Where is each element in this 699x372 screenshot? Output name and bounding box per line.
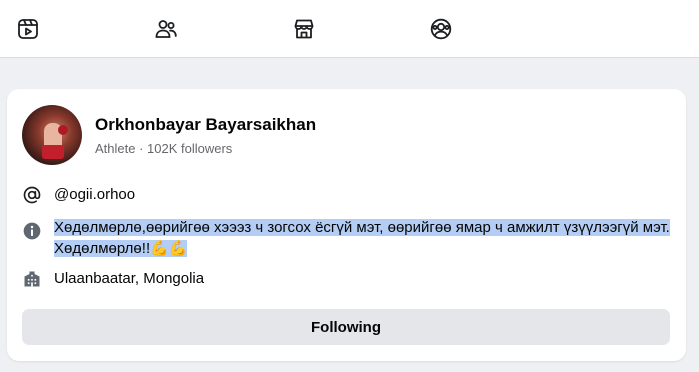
avatar-glove (58, 125, 68, 135)
top-navigation-bar (0, 0, 699, 58)
at-sign-icon (22, 185, 42, 205)
info-icon (22, 221, 42, 241)
bio-text: Хөдөлмөрлө,өөрийгөө хэээз ч зогсох ёсгүй… (54, 217, 674, 259)
handle-text: @ogii.orhoo (54, 186, 136, 203)
profile-card: Orkhonbayar Bayarsaikhan Athlete · 102K … (7, 89, 686, 361)
marketplace-store-icon[interactable] (291, 16, 317, 42)
avatar[interactable] (22, 105, 82, 165)
profile-circle-icon[interactable] (428, 16, 454, 42)
friends-icon[interactable] (153, 16, 179, 42)
location-text: Ulaanbaatar, Mongolia (54, 270, 205, 287)
video-play-icon[interactable] (15, 16, 41, 42)
bio-highlighted-text: Хөдөлмөрлө,өөрийгөө хэээз ч зогсох ёсгүй… (54, 219, 670, 257)
avatar-shorts (42, 145, 64, 159)
building-location-icon (22, 269, 42, 289)
profile-subtitle: Athlete · 102K followers (95, 141, 233, 156)
following-button[interactable]: Following (22, 309, 670, 345)
profile-name[interactable]: Orkhonbayar Bayarsaikhan (95, 115, 316, 135)
